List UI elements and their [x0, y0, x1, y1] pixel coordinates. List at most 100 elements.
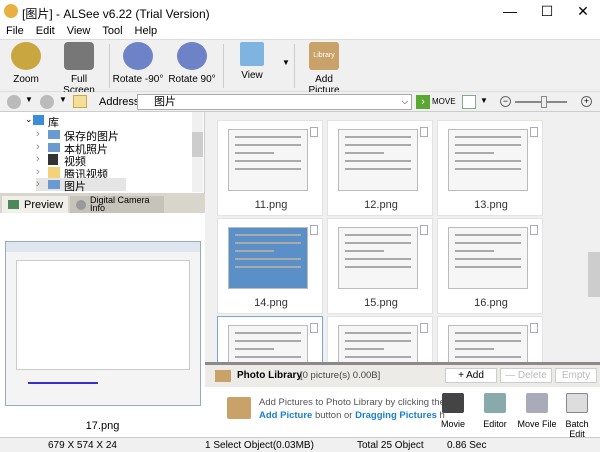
library-add-icon: Library [309, 42, 339, 70]
status-time: 0.86 Sec [447, 440, 487, 451]
library-icon [33, 115, 44, 125]
thumbnail-label: 12.png [364, 199, 398, 211]
thumbnail-image [228, 129, 308, 191]
zoom-button[interactable]: Zoom [6, 42, 46, 85]
close-button[interactable]: ✕ [568, 3, 598, 20]
back-button[interactable] [7, 95, 21, 109]
file-icon [310, 323, 318, 333]
batch-edit-icon [566, 393, 588, 413]
menu-edit[interactable]: Edit [36, 25, 55, 37]
rotate-right-button[interactable]: Rotate 90° [166, 42, 218, 85]
preview-image [5, 241, 201, 406]
file-icon [310, 225, 318, 235]
file-icon [530, 323, 538, 333]
thumbnail-item[interactable]: 15.png [327, 218, 433, 314]
forward-dropdown-icon[interactable]: ▼ [59, 95, 67, 104]
file-icon [530, 127, 538, 137]
editor-icon [484, 393, 506, 413]
status-bar: 679 X 574 X 24 1 Select Object(0.03MB) T… [0, 437, 600, 452]
full-screen-icon [64, 42, 94, 70]
up-folder-icon[interactable] [73, 95, 87, 108]
library-empty-button[interactable]: Empty [555, 368, 597, 383]
menu-tool[interactable]: Tool [102, 25, 122, 37]
separator [109, 44, 110, 88]
address-input[interactable]: 图片 ⌵ [137, 94, 412, 110]
library-delete-button[interactable]: — Delete [500, 368, 552, 383]
thumbnail-grid: 11.png 12.png 13.png 14.png 15.png 16.png [205, 112, 600, 412]
go-arrow-icon[interactable]: › [416, 95, 430, 109]
thumbnail-label: 11.png [254, 199, 288, 211]
movie-clapper-icon [442, 393, 464, 413]
move-button[interactable]: MOVE [432, 97, 456, 106]
sort-dropdown-icon[interactable]: ▼ [480, 96, 488, 105]
add-picture-button[interactable]: Library Add Picture [300, 42, 348, 96]
library-add-button[interactable]: + Add [445, 368, 497, 383]
maximize-button[interactable]: ☐ [532, 3, 562, 20]
file-icon [420, 323, 428, 333]
movie-button[interactable]: Movie [433, 393, 473, 429]
dragging-pictures-link[interactable]: Dragging Pictures [355, 410, 437, 421]
thumbnail-label: 16.png [474, 297, 508, 309]
menu-bar: File Edit View Tool Help [0, 24, 600, 40]
folder-icon [48, 166, 60, 178]
grid-view-icon [240, 42, 264, 66]
preview-tabs: Preview Digital Camera Info [0, 193, 205, 213]
toolbar: Zoom Full Screen Rotate -90° Rotate 90° … [0, 40, 600, 96]
zoom-in-icon[interactable]: + [581, 96, 592, 107]
menu-view[interactable]: View [67, 25, 91, 37]
thumbnail-item[interactable]: 11.png [217, 120, 323, 216]
rotate-left-icon [123, 42, 153, 70]
tree-item-selected[interactable]: 图片 [64, 178, 86, 194]
forward-button[interactable] [40, 95, 54, 109]
file-icon [530, 225, 538, 235]
status-total: Total 25 Object [357, 440, 424, 451]
zoom-out-icon[interactable]: − [500, 96, 511, 107]
photo-library-panel: Photo Library [0 picture(s) 0.00B] + Add… [205, 362, 600, 439]
info-icon [76, 200, 86, 210]
window-title: [图片] - ALSee v6.22 (Trial Version) [22, 7, 210, 21]
app-icon [4, 4, 18, 18]
library-box-icon [215, 370, 231, 382]
thumbnail-label: 13.png [474, 199, 508, 211]
thumbnail-image [338, 227, 418, 289]
thumbnail-item[interactable]: 14.png [217, 218, 323, 314]
full-screen-button[interactable]: Full Screen [54, 42, 104, 96]
menu-help[interactable]: Help [135, 25, 158, 37]
thumbnail-item[interactable]: 12.png [327, 120, 433, 216]
folder-icon [48, 142, 60, 152]
separator [294, 44, 295, 88]
view-dropdown-icon[interactable]: ▼ [282, 58, 290, 67]
status-selection: 1 Select Object(0.03MB) [205, 440, 314, 451]
editor-button[interactable]: Editor [475, 393, 515, 429]
image-icon [8, 200, 19, 209]
sort-icon[interactable] [462, 95, 476, 109]
add-picture-link[interactable]: Add Picture [259, 410, 312, 421]
rotate-left-button[interactable]: Rotate -90° [112, 42, 164, 85]
tab-camera-info[interactable]: Digital Camera Info [70, 196, 164, 213]
thumbnail-scrollbar[interactable] [588, 112, 600, 362]
back-dropdown-icon[interactable]: ▼ [25, 95, 33, 104]
library-title: Photo Library [237, 370, 303, 381]
tab-preview[interactable]: Preview [2, 196, 68, 213]
thumbnail-image [228, 227, 308, 289]
thumbnail-item[interactable]: 16.png [437, 218, 543, 314]
view-button[interactable]: View [232, 42, 272, 81]
address-label: Address [99, 96, 140, 108]
move-file-button[interactable]: Move File [517, 393, 557, 429]
thumbnail-label: 14.png [254, 297, 288, 309]
photo-library-header: Photo Library [0 picture(s) 0.00B] + Add… [205, 365, 600, 387]
zoom-slider-thumb[interactable] [541, 96, 547, 108]
minimize-button[interactable]: — [495, 3, 525, 19]
tree-scrollbar[interactable] [192, 112, 203, 192]
menu-file[interactable]: File [6, 25, 24, 37]
thumbnail-image [448, 227, 528, 289]
library-count: [0 picture(s) 0.00B] [300, 370, 381, 381]
separator [223, 44, 224, 88]
thumbnail-image [338, 129, 418, 191]
preview-filename: 17.png [85, 420, 120, 432]
collapse-chevron-icon[interactable]: ⌄ [25, 114, 33, 125]
video-folder-icon [48, 154, 58, 165]
batch-edit-button[interactable]: Batch Edit [557, 393, 597, 439]
preview-panel: 17.png [0, 213, 205, 437]
thumbnail-item[interactable]: 13.png [437, 120, 543, 216]
